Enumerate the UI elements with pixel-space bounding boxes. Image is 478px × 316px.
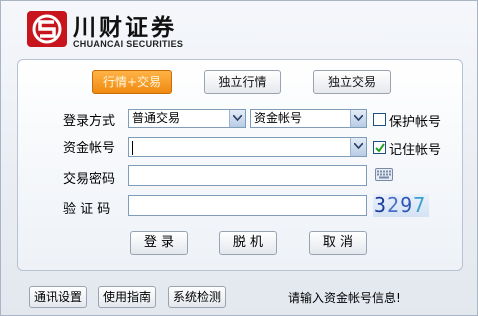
account-type-select[interactable]: 资金帐号 [250,109,367,128]
comm-settings-button[interactable]: 通讯设置 [29,286,87,308]
captcha-field[interactable] [128,195,367,216]
mode-quote-trade-button[interactable]: 行情+交易 [92,70,172,94]
captcha-label: 验 证 码 [63,202,111,217]
login-window: 川财证券 CHUANCAI SECURITIES 行情+交易 独立行情 独立交易… [0,0,478,316]
login-method-select[interactable]: 普通交易 [128,109,246,128]
check-icon [375,143,385,153]
remember-account-label: 记住帐号 [389,143,442,158]
user-guide-button[interactable]: 使用指南 [98,286,156,308]
captcha-digit: 3 [374,193,388,217]
password-field[interactable] [128,165,367,186]
mode-trade-only-button[interactable]: 独立交易 [313,70,391,94]
brand-logo: 川财证券 CHUANCAI SECURITIES [27,11,227,55]
cancel-button[interactable]: 取 消 [309,231,367,255]
password-label: 交易密码 [63,172,116,187]
account-label: 资金帐号 [63,141,116,156]
text-caret [132,141,133,155]
login-button[interactable]: 登 录 [130,231,188,255]
captcha-image[interactable]: 3297 [373,194,429,217]
captcha-digit: 7 [413,193,427,217]
account-type-value: 资金帐号 [254,111,303,125]
chevron-down-icon[interactable] [350,110,366,127]
keyboard-icon[interactable] [375,168,393,181]
remember-account-checkbox[interactable] [373,141,386,154]
login-method-value: 普通交易 [132,111,181,125]
login-method-label: 登录方式 [63,114,116,129]
chevron-down-icon[interactable] [350,138,366,156]
status-message: 请输入资金帐号信息! [288,291,401,305]
mode-quote-only-button[interactable]: 独立行情 [204,70,281,94]
system-check-button[interactable]: 系统检测 [168,286,226,308]
account-combobox[interactable] [128,137,367,157]
brand-subtitle: CHUANCAI SECURITIES [73,39,184,49]
captcha-digit: 2 [387,193,401,217]
protect-account-label: 保护帐号 [389,115,442,130]
captcha-digit: 9 [400,193,414,217]
protect-account-checkbox[interactable] [373,113,386,126]
logo-mark-icon [27,11,67,47]
brand-title: 川财证券 [73,15,177,41]
chevron-down-icon[interactable] [229,110,245,127]
offline-button[interactable]: 脱 机 [219,231,277,255]
